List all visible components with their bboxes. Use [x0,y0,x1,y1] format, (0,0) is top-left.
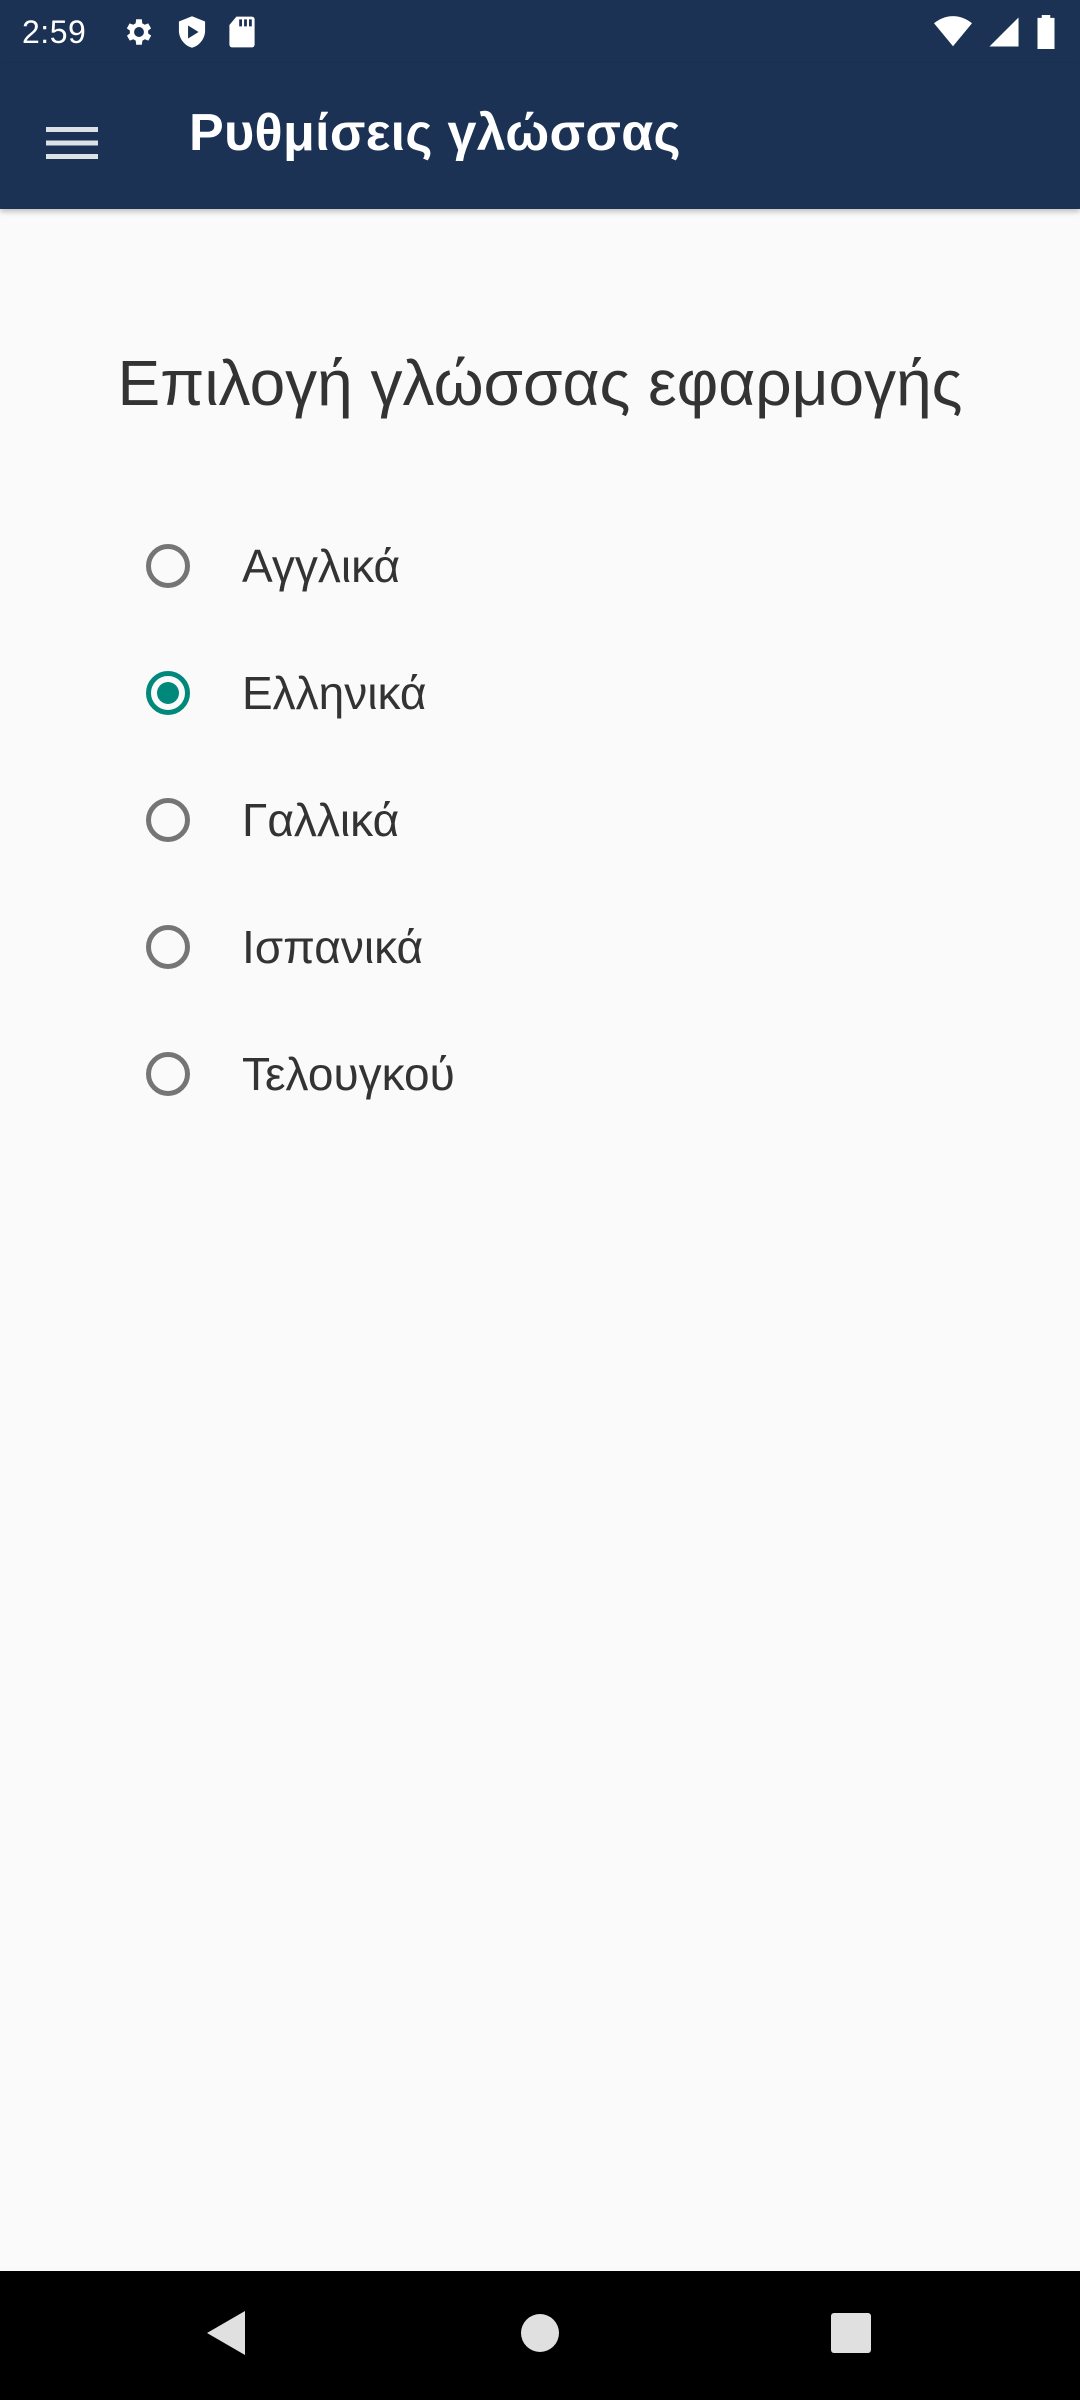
radio-label: Ελληνικά [242,666,427,719]
radio-option-spanish[interactable]: Ισπανικά [140,883,940,1010]
system-navigation-bar [0,2271,1080,2400]
hamburger-menu-icon [46,125,98,166]
radio-button-selected[interactable] [146,670,190,715]
language-radio-group: Αγγλικά Ελληνικά Γαλλικά Ισπανικά Τελουγ… [140,502,940,1137]
status-bar: 2:59 [0,0,1080,63]
section-title: Επιλογή γλώσσας εφαρμογής [117,347,963,419]
status-notification-icons [122,12,256,52]
recents-icon [830,2312,872,2359]
back-button[interactable] [189,2299,261,2371]
wifi-icon [934,16,972,48]
language-settings-content: Επιλογή γλώσσας εφαρμογής Αγγλικά Ελληνι… [0,209,1080,2271]
battery-icon [1036,15,1056,49]
radio-option-french[interactable]: Γαλλικά [140,756,940,883]
page-title: Ρυθμίσεις γλώσσας [189,104,681,162]
radio-button[interactable] [146,1051,190,1096]
sd-card-icon [228,15,256,49]
recents-button[interactable] [815,2299,887,2371]
radio-label: Ισπανικά [242,920,424,973]
signal-icon [988,16,1020,48]
radio-button[interactable] [146,924,190,969]
status-system-icons [934,12,1056,52]
radio-option-telugu[interactable]: Τελουγκού [140,1010,940,1137]
status-time: 2:59 [22,14,87,50]
radio-button[interactable] [146,797,190,842]
back-icon [203,2309,247,2362]
gear-icon [122,15,156,49]
app-bar: Ρυθμίσεις γλώσσας [0,63,1080,209]
shield-play-icon [176,15,208,49]
home-icon [520,2313,560,2358]
radio-button[interactable] [146,543,190,588]
radio-option-greek[interactable]: Ελληνικά [140,629,940,756]
menu-button[interactable] [24,97,120,193]
home-button[interactable] [504,2299,576,2371]
radio-option-english[interactable]: Αγγλικά [140,502,940,629]
radio-label: Τελουγκού [242,1047,455,1100]
radio-label: Γαλλικά [242,793,400,846]
radio-label: Αγγλικά [242,539,401,592]
